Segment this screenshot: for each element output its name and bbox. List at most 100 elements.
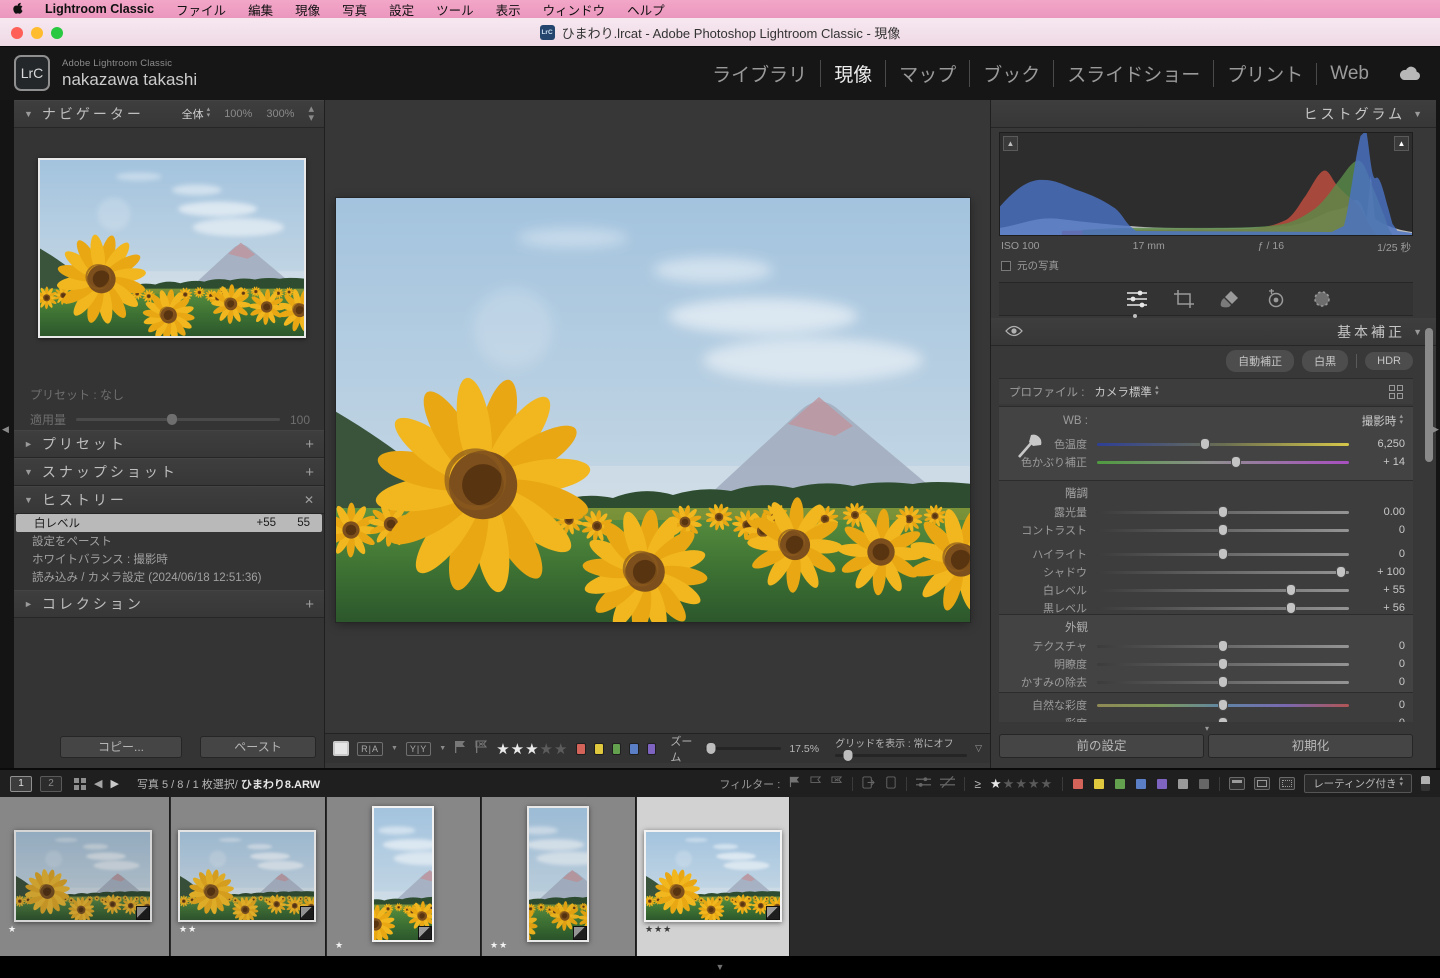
module-develop[interactable]: 現像	[820, 60, 885, 87]
filter-color-red[interactable]	[1072, 778, 1084, 790]
second-monitor-button[interactable]: 2	[40, 776, 62, 792]
photo-thumbnail[interactable]	[644, 830, 782, 922]
photo-thumbnail[interactable]	[178, 830, 316, 922]
tint-slider[interactable]	[1097, 461, 1349, 464]
paste-button[interactable]: ペースト	[200, 736, 316, 758]
collapsed-triangle-icon[interactable]: ►	[24, 439, 33, 449]
blacks-slider[interactable]	[1097, 607, 1349, 610]
hdr-button[interactable]: HDR	[1365, 352, 1413, 370]
close-button[interactable]	[11, 27, 23, 39]
reject-flag-icon[interactable]	[475, 740, 488, 758]
loupe-view-button[interactable]	[333, 741, 349, 756]
module-print[interactable]: プリント	[1213, 60, 1316, 87]
profile-browser-icon[interactable]	[1389, 385, 1403, 399]
menu-edit[interactable]: 編集	[248, 0, 273, 19]
filter-color-purple[interactable]	[1156, 778, 1168, 790]
expanded-triangle-icon[interactable]: ▼	[24, 467, 33, 477]
next-photo-icon[interactable]: ▶	[110, 777, 118, 790]
filter-toggle-switch[interactable]	[1421, 776, 1430, 791]
menu-photo[interactable]: 写真	[342, 0, 367, 19]
navigator-header[interactable]: ▼ ナビゲーター 全体 ▴▾ 100% 300% ▴▾	[14, 100, 324, 128]
filter-adjustments-icon[interactable]	[916, 776, 931, 791]
whites-slider[interactable]	[1097, 589, 1349, 592]
auto-tone-button[interactable]: 自動補正	[1226, 350, 1294, 372]
temp-slider[interactable]	[1097, 443, 1349, 446]
menu-tools[interactable]: ツール	[436, 0, 474, 19]
filter-color-none[interactable]	[1177, 778, 1189, 790]
thumbnail-cell-1[interactable]: ★	[0, 797, 170, 956]
bottom-panel-edge[interactable]: ▼	[0, 956, 1440, 978]
vibrance-slider[interactable]	[1097, 704, 1349, 707]
expanded-triangle-icon[interactable]: ▼	[24, 495, 33, 505]
apple-menu-icon[interactable]	[12, 1, 23, 17]
module-book[interactable]: ブック	[969, 60, 1053, 87]
red-eye-tool-icon[interactable]	[1265, 289, 1287, 309]
grid-view-icon[interactable]	[74, 778, 86, 790]
snapshots-header[interactable]: ▼ スナップショット +	[14, 458, 324, 486]
thumb-rating[interactable]: ★★★	[645, 924, 672, 935]
show-original-toggle[interactable]: 元の写真	[1001, 258, 1059, 273]
menu-settings[interactable]: 設定	[389, 0, 414, 19]
before-after-button[interactable]: R|A	[357, 742, 383, 756]
pick-flag-icon[interactable]	[454, 740, 467, 758]
nav-fit-option[interactable]: 全体 ▴▾	[182, 106, 211, 122]
history-step[interactable]: 読み込み / カメラ設定 (2024/06/18 12:51:36)	[14, 568, 324, 586]
previous-photo-icon[interactable]: ◀	[94, 777, 102, 790]
color-label-red[interactable]	[576, 743, 586, 755]
menu-window[interactable]: ウィンドウ	[543, 0, 606, 19]
reset-button[interactable]: 初期化	[1208, 734, 1413, 758]
hide-right-panel-icon[interactable]: ▶	[1432, 424, 1439, 435]
copy-button[interactable]: コピー...	[60, 736, 182, 758]
thumb-rating[interactable]: ★★	[490, 940, 508, 951]
add-collection-icon[interactable]: +	[305, 596, 314, 613]
hide-filmstrip-icon[interactable]: ▼	[716, 962, 725, 972]
collapse-triangle-icon[interactable]: ▼	[24, 109, 33, 119]
filter-no-adjustments-icon[interactable]	[940, 776, 955, 791]
grid-size-slider[interactable]	[835, 754, 967, 757]
edit-sliders-tool-icon[interactable]	[1125, 289, 1149, 309]
hide-left-panel-icon[interactable]: ◀	[2, 424, 9, 435]
add-preset-icon[interactable]: +	[305, 436, 314, 453]
collapse-triangle-icon[interactable]: ▼	[1413, 327, 1422, 337]
saturation-slider[interactable]	[1097, 722, 1349, 723]
module-library[interactable]: ライブラリ	[699, 60, 820, 87]
filter-view-flat-icon[interactable]	[1229, 777, 1245, 790]
highlight-clipping-indicator[interactable]: ▲	[1394, 136, 1409, 151]
left-panel-edge[interactable]: ◀	[0, 100, 14, 768]
basic-panel-header[interactable]: 基本補正 ▼	[991, 318, 1436, 346]
thumb-rating[interactable]: ★	[335, 940, 344, 951]
filter-view-stack-icon[interactable]	[1279, 777, 1295, 790]
thumbnail-cell-2[interactable]: ★★	[171, 797, 326, 956]
filter-color-custom[interactable]	[1198, 778, 1210, 790]
wb-eyedropper-icon[interactable]	[1013, 421, 1047, 461]
amount-slider[interactable]	[76, 418, 280, 421]
rating-gte-symbol[interactable]: ≥	[974, 777, 981, 791]
black-white-button[interactable]: 白黒	[1302, 350, 1348, 372]
color-label-green[interactable]	[612, 743, 622, 755]
navigator-preview[interactable]	[38, 158, 306, 338]
thumbnail-cell-4[interactable]: ★★	[482, 797, 636, 956]
main-photo[interactable]	[336, 198, 970, 622]
module-web[interactable]: Web	[1316, 63, 1382, 85]
module-slideshow[interactable]: スライドショー	[1053, 60, 1213, 87]
menu-file[interactable]: ファイル	[176, 0, 226, 19]
thumbnail-cell-5-selected[interactable]: ★★★	[637, 797, 790, 956]
selection-info[interactable]: 写真 5 / 8 / 1 枚選択/ ひまわり8.ARW	[137, 776, 320, 792]
color-label-yellow[interactable]	[594, 743, 604, 755]
soft-proof-button[interactable]: Y|Y	[406, 742, 431, 756]
filter-color-green[interactable]	[1114, 778, 1126, 790]
menu-develop[interactable]: 現像	[295, 0, 320, 19]
presets-header[interactable]: ► プリセット +	[14, 430, 324, 458]
zoom-button[interactable]	[51, 27, 63, 39]
menubar-app-name[interactable]: Lightroom Classic	[45, 2, 154, 16]
wb-value[interactable]: 撮影時 ▴▾	[1362, 413, 1403, 429]
filter-edited-icon[interactable]	[862, 776, 875, 792]
collapse-triangle-icon[interactable]: ▼	[1413, 109, 1422, 119]
history-step-selected[interactable]: 白レベル +55 55	[16, 514, 322, 532]
shadows-slider[interactable]	[1097, 571, 1349, 574]
filter-reject-flag-icon[interactable]	[831, 776, 843, 791]
menu-view[interactable]: 表示	[496, 0, 521, 19]
panel-scroll-indicator-icon[interactable]: ▾	[1205, 724, 1209, 733]
before-after-dropdown-icon[interactable]: ▼	[391, 745, 398, 752]
thumbnail-cell-3[interactable]: ★	[327, 797, 481, 956]
